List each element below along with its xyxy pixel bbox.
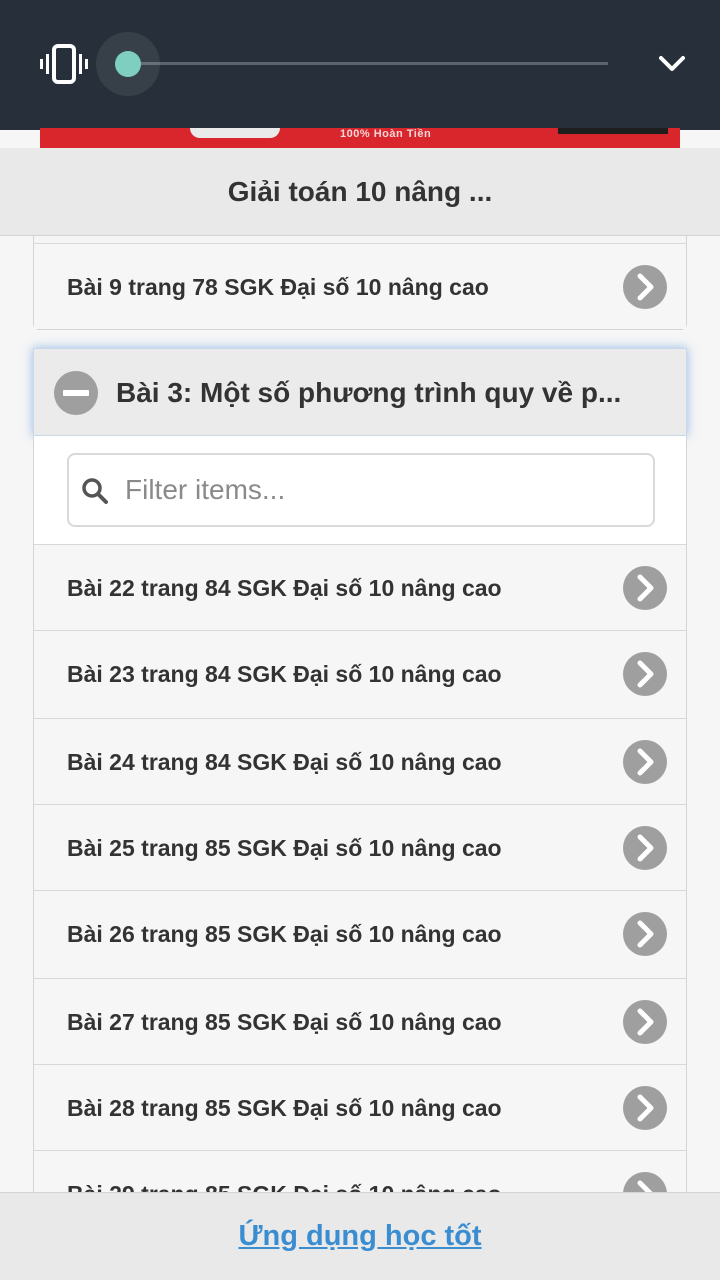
chevron-right-icon bbox=[623, 566, 667, 610]
section-header-toggle[interactable]: Bài 3: Một số phương trình quy về p... bbox=[33, 348, 687, 436]
list-item[interactable]: Bài 23 trang 84 SGK Đại số 10 nâng cao bbox=[34, 630, 686, 716]
volume-slider-track[interactable] bbox=[128, 62, 608, 65]
content-scroll-area[interactable]: Bài 9 trang 78 SGK Đại số 10 nâng cao Bà… bbox=[0, 236, 720, 1192]
previous-section-card: Bài 9 trang 78 SGK Đại số 10 nâng cao bbox=[33, 236, 687, 330]
chevron-down-icon[interactable] bbox=[656, 52, 688, 76]
list-item-label: Bài 25 trang 85 SGK Đại số 10 nâng cao bbox=[67, 835, 502, 861]
chevron-right-icon bbox=[623, 1172, 667, 1192]
page-header: Giải toán 10 nâng ... bbox=[0, 148, 720, 236]
media-control-bar bbox=[0, 0, 720, 130]
list-item-label: Bài 9 trang 78 SGK Đại số 10 nâng cao bbox=[67, 274, 489, 300]
search-icon bbox=[82, 478, 108, 504]
ad-button bbox=[558, 128, 668, 134]
ad-banner[interactable]: 100% Hoàn Tiền bbox=[40, 128, 680, 148]
section-title: Bài 3: Một số phương trình quy về p... bbox=[116, 377, 622, 408]
chevron-right-icon bbox=[623, 1000, 667, 1044]
page-title: Giải toán 10 nâng ... bbox=[227, 175, 493, 207]
section-item-list: Bài 22 trang 84 SGK Đại số 10 nâng cao B… bbox=[33, 544, 687, 1192]
list-item-label: Bài 23 trang 84 SGK Đại số 10 nâng cao bbox=[67, 661, 502, 687]
chevron-right-icon bbox=[623, 265, 667, 309]
chevron-right-icon bbox=[623, 1086, 667, 1130]
chevron-right-icon bbox=[623, 826, 667, 870]
filter-box[interactable] bbox=[67, 453, 655, 527]
chevron-right-icon bbox=[623, 912, 667, 956]
chevron-right-icon bbox=[623, 652, 667, 696]
collapse-minus-icon bbox=[54, 371, 98, 415]
ad-graphic bbox=[190, 128, 280, 138]
list-item[interactable]: Bài 27 trang 85 SGK Đại số 10 nâng cao bbox=[34, 978, 686, 1064]
list-item[interactable]: Bài 26 trang 85 SGK Đại số 10 nâng cao bbox=[34, 890, 686, 976]
volume-slider-thumb[interactable] bbox=[115, 51, 141, 77]
vibrate-icon[interactable] bbox=[38, 44, 90, 84]
filter-container bbox=[33, 436, 687, 544]
list-item-label: Bài 28 trang 85 SGK Đại số 10 nâng cao bbox=[67, 1095, 502, 1121]
list-item[interactable]: Bài 24 trang 84 SGK Đại số 10 nâng cao bbox=[34, 718, 686, 804]
list-item[interactable]: Bài 22 trang 84 SGK Đại số 10 nâng cao bbox=[34, 544, 686, 630]
app-promo-footer: Ứng dụng học tốt bbox=[0, 1192, 720, 1280]
list-item[interactable]: Bài 29 trang 85 SGK Đại số 10 nâng cao bbox=[34, 1150, 686, 1192]
list-item-label: Bài 24 trang 84 SGK Đại số 10 nâng cao bbox=[67, 749, 502, 775]
ad-text: 100% Hoàn Tiền bbox=[340, 128, 432, 140]
list-item-label: Bài 27 trang 85 SGK Đại số 10 nâng cao bbox=[67, 1009, 502, 1035]
list-item[interactable]: Bài 25 trang 85 SGK Đại số 10 nâng cao bbox=[34, 804, 686, 890]
list-item-label: Bài 22 trang 84 SGK Đại số 10 nâng cao bbox=[67, 575, 502, 601]
list-item[interactable]: Bài 9 trang 78 SGK Đại số 10 nâng cao bbox=[34, 243, 686, 329]
app-promo-link[interactable]: Ứng dụng học tốt bbox=[238, 1220, 481, 1253]
list-item-label: Bài 26 trang 85 SGK Đại số 10 nâng cao bbox=[67, 921, 502, 947]
chevron-right-icon bbox=[623, 740, 667, 784]
list-item-label: Bài 29 trang 85 SGK Đại số 10 nâng cao bbox=[67, 1151, 502, 1192]
filter-input[interactable] bbox=[125, 455, 645, 525]
list-item[interactable]: Bài 28 trang 85 SGK Đại số 10 nâng cao bbox=[34, 1064, 686, 1150]
